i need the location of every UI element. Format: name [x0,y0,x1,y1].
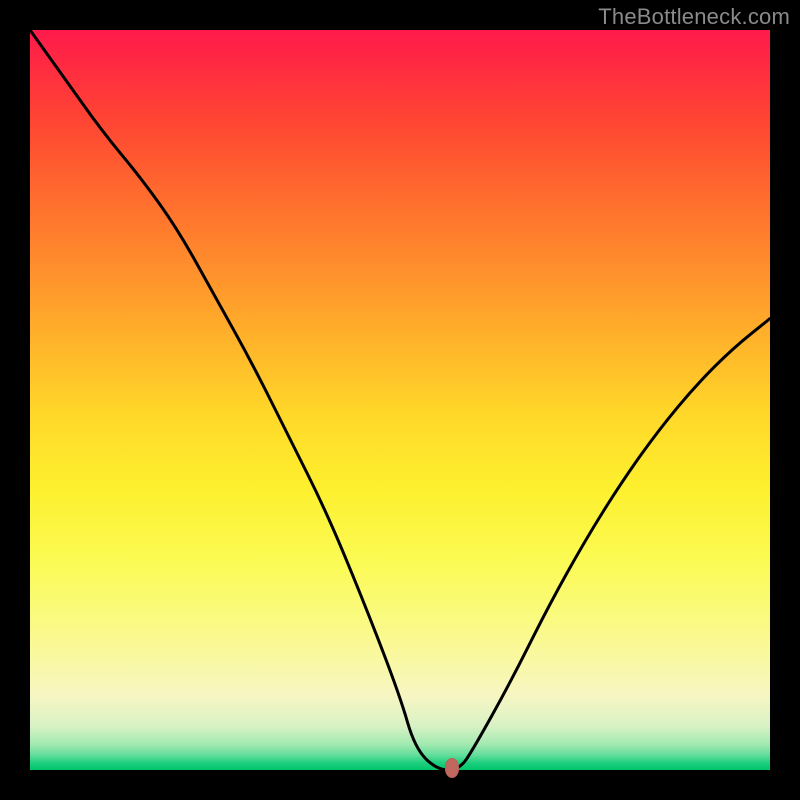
chart-frame: TheBottleneck.com [0,0,800,800]
curve-layer [30,30,770,770]
attribution-text: TheBottleneck.com [598,4,790,30]
minimum-marker [445,758,459,778]
bottleneck-curve [30,30,770,770]
plot-area [30,30,770,770]
